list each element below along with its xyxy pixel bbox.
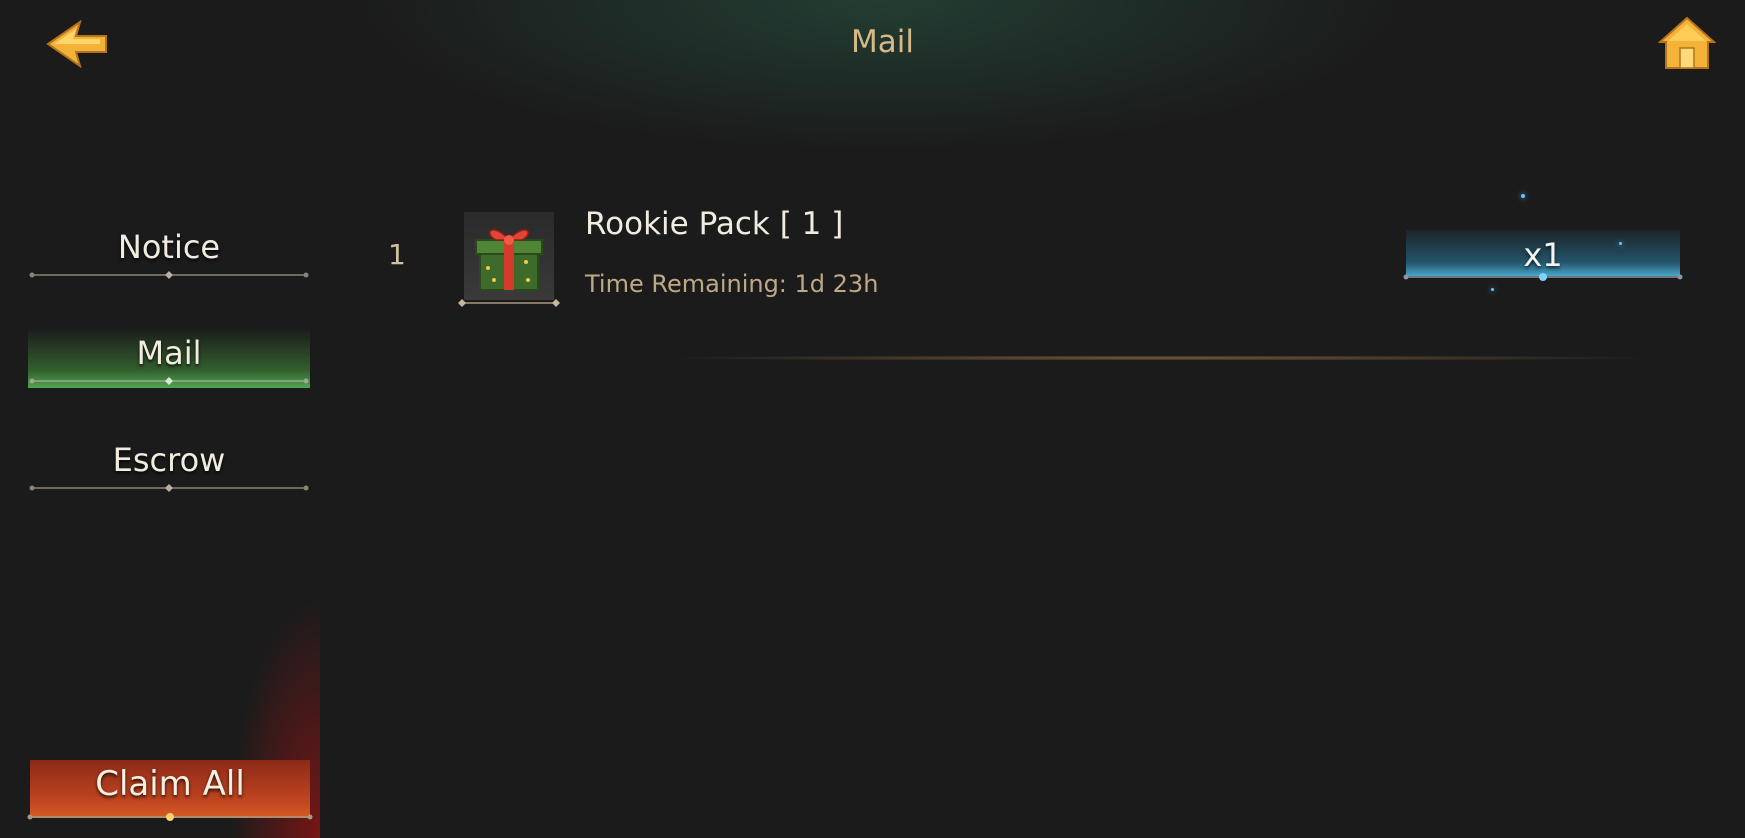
- sparkle-decoration: [1491, 288, 1494, 291]
- sparkle-decoration: [1619, 242, 1622, 245]
- row-divider: [660, 356, 1660, 360]
- page-title: Mail: [851, 24, 914, 60]
- tab-divider: [29, 271, 309, 279]
- tab-divider: [29, 484, 309, 492]
- claim-all-button[interactable]: Claim All: [27, 760, 313, 821]
- sidebar-item-label: Notice: [117, 228, 221, 266]
- sparkle-decoration: [1521, 194, 1525, 198]
- mail-item-name: Rookie Pack [ 1 ]: [585, 206, 844, 242]
- row-index: 1: [388, 238, 406, 271]
- sidebar-item-notice[interactable]: Notice: [28, 222, 310, 282]
- home-icon: [1657, 16, 1717, 69]
- sidebar-item-label: Mail: [136, 334, 202, 372]
- sidebar-item-escrow[interactable]: Escrow: [28, 435, 310, 495]
- reward-divider: [1403, 273, 1683, 281]
- time-remaining: Time Remaining: 1d 23h: [585, 270, 879, 298]
- home-button[interactable]: [1657, 16, 1717, 70]
- reward-quantity-badge[interactable]: x1: [1403, 230, 1683, 281]
- claim-all-divider: [27, 813, 313, 821]
- mail-screen: Mail Notice Mail Escrow Claim All 1 Rook…: [0, 0, 1745, 838]
- item-frame-divider: [458, 299, 560, 307]
- reward-quantity: x1: [1523, 236, 1563, 274]
- sidebar-item-label: Escrow: [112, 441, 226, 479]
- gift-box-icon: [475, 229, 543, 291]
- tab-divider: [29, 377, 309, 385]
- claim-all-label: Claim All: [95, 764, 245, 804]
- item-icon-frame: [458, 212, 560, 307]
- mail-row[interactable]: 1 Rookie Pack [ 1 ] Time Remaining: 1d 2…: [360, 194, 1690, 360]
- sidebar-item-mail[interactable]: Mail: [28, 328, 310, 388]
